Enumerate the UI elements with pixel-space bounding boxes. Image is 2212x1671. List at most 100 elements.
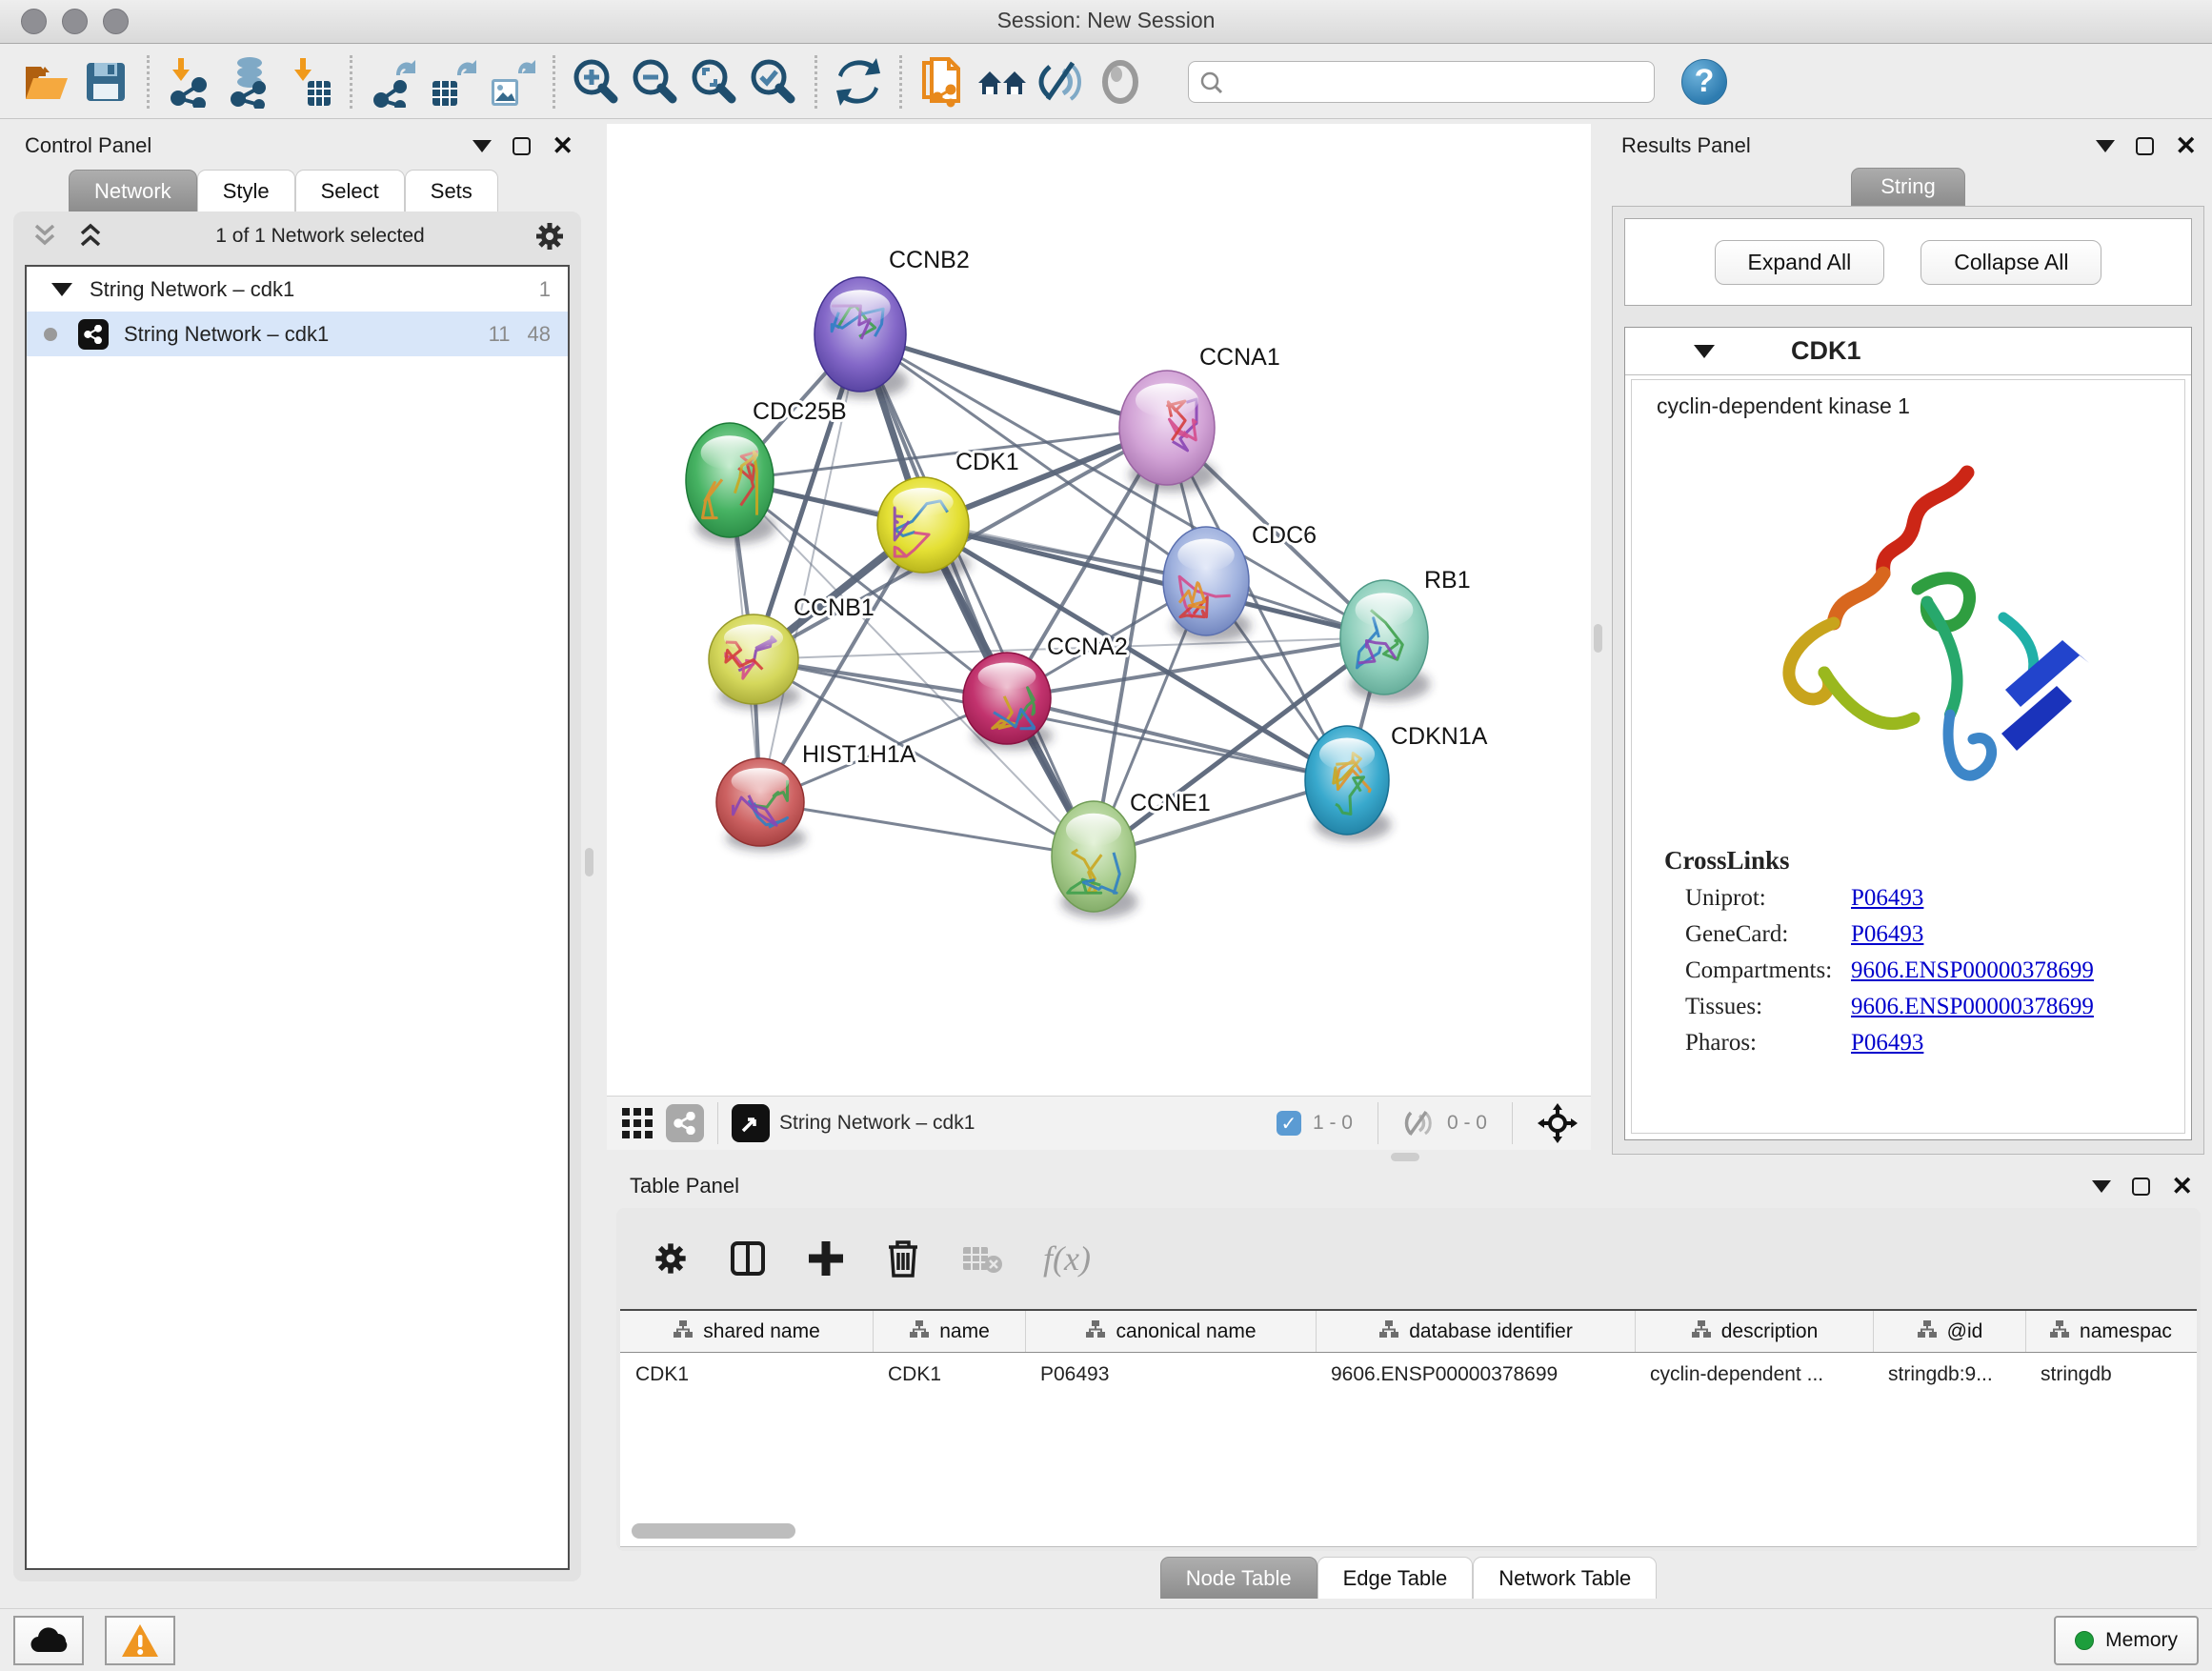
close-panel-icon[interactable]: ✕: [2175, 133, 2197, 159]
collapse-all-button[interactable]: Collapse All: [1920, 240, 2101, 285]
network-canvas[interactable]: CCNB2CCNA1CDC25BCDK1CDC6RB1CCNB1CCNA2CDK…: [607, 124, 1591, 1096]
export-table-button[interactable]: [423, 52, 482, 111]
float-panel-icon[interactable]: [513, 137, 531, 155]
hide-selected-button[interactable]: [1032, 52, 1091, 111]
table-row[interactable]: CDK1CDK1P064939606.ENSP00000378699cyclin…: [620, 1353, 2197, 1397]
table-horizontal-scrollbar[interactable]: [624, 1523, 2193, 1539]
table-cell[interactable]: cyclin-dependent ...: [1635, 1353, 1873, 1397]
string-document-button[interactable]: [914, 52, 973, 111]
birds-eye-view-icon[interactable]: [732, 1104, 770, 1142]
crosslink-link[interactable]: 9606.ENSP00000378699: [1851, 957, 2094, 984]
panel-menu-icon[interactable]: [2096, 140, 2115, 152]
cloud-status-button[interactable]: [13, 1616, 84, 1665]
apply-layout-button[interactable]: [829, 52, 888, 111]
zoom-selected-button[interactable]: [744, 52, 803, 111]
zoom-fit-button[interactable]: [685, 52, 744, 111]
column-header-label: name: [939, 1320, 990, 1343]
crosslink-link[interactable]: P06493: [1851, 921, 1923, 948]
memory-label: Memory: [2105, 1629, 2178, 1652]
save-session-button[interactable]: [76, 52, 135, 111]
close-panel-icon[interactable]: ✕: [552, 133, 573, 159]
node-CCNB2[interactable]: CCNB2: [814, 247, 970, 398]
expand-all-button[interactable]: Expand All: [1715, 240, 1885, 285]
tab-string[interactable]: String: [1851, 168, 1964, 206]
table-settings-gear-icon[interactable]: [653, 1240, 689, 1277]
node-label: CDK1: [955, 449, 1019, 475]
column-header-namespac[interactable]: namespac: [2025, 1311, 2195, 1352]
tree-expand-caret-icon[interactable]: [51, 283, 72, 296]
warning-status-button[interactable]: [105, 1616, 175, 1665]
grid-view-icon[interactable]: [620, 1106, 654, 1140]
tree-row-network[interactable]: String Network – cdk11148: [27, 312, 568, 356]
crosslink-link[interactable]: P06493: [1851, 1030, 1923, 1057]
delete-column-icon[interactable]: [885, 1238, 921, 1278]
open-file-button[interactable]: [17, 52, 76, 111]
network-share-icon[interactable]: [666, 1104, 704, 1142]
export-image-button[interactable]: [482, 52, 541, 111]
panel-menu-icon[interactable]: [2092, 1180, 2111, 1193]
table-cell[interactable]: P06493: [1025, 1353, 1316, 1397]
column-header-database-identifier[interactable]: database identifier: [1316, 1311, 1635, 1352]
left-splitter-handle[interactable]: [585, 848, 593, 876]
float-panel-icon[interactable]: [2136, 137, 2154, 155]
search-input[interactable]: [1188, 61, 1655, 103]
tab-edge-table[interactable]: Edge Table: [1317, 1557, 1474, 1599]
network-graph[interactable]: CCNB2CCNA1CDC25BCDK1CDC6RB1CCNB1CCNA2CDK…: [607, 124, 1591, 1096]
node-CDC6[interactable]: CDC6: [1163, 522, 1317, 642]
node-CDC25B[interactable]: CDC25B: [686, 398, 847, 544]
export-network-button[interactable]: [364, 52, 423, 111]
tab-node-table[interactable]: Node Table: [1160, 1557, 1317, 1599]
tab-sets[interactable]: Sets: [405, 170, 498, 211]
column-header-shared-name[interactable]: shared name: [620, 1311, 873, 1352]
collapse-all-icon[interactable]: [29, 222, 61, 251]
tab-select[interactable]: Select: [295, 170, 405, 211]
close-panel-icon[interactable]: ✕: [2171, 1174, 2193, 1199]
tab-network-table[interactable]: Network Table: [1473, 1557, 1657, 1599]
crosslink-link[interactable]: P06493: [1851, 885, 1923, 912]
selected-checkbox-icon[interactable]: ✓: [1277, 1111, 1301, 1136]
import-network-database-button[interactable]: [220, 52, 279, 111]
column-header-canonical-name[interactable]: canonical name: [1025, 1311, 1316, 1352]
zoom-in-button[interactable]: [567, 52, 626, 111]
crosslink-link[interactable]: 9606.ENSP00000378699: [1851, 994, 2094, 1020]
memory-button[interactable]: Memory: [2054, 1616, 2199, 1665]
right-splitter-handle[interactable]: [1594, 624, 1602, 653]
help-icon[interactable]: ?: [1681, 59, 1727, 105]
home-networks-button[interactable]: [973, 52, 1032, 111]
table-cell[interactable]: stringdb:9...: [1873, 1353, 2025, 1397]
gene-section-header[interactable]: CDK1: [1625, 328, 2191, 375]
node-HIST1H1A[interactable]: HIST1H1A: [716, 741, 916, 852]
scrollbar-thumb[interactable]: [632, 1523, 795, 1539]
zoom-out-button[interactable]: [626, 52, 685, 111]
column-header-name[interactable]: name: [873, 1311, 1025, 1352]
show-columns-icon[interactable]: [729, 1239, 767, 1278]
pan-crosshair-icon[interactable]: [1538, 1103, 1578, 1143]
panel-menu-icon[interactable]: [473, 140, 492, 152]
node-CCNA1[interactable]: CCNA1: [1119, 344, 1280, 492]
import-table-button[interactable]: [279, 52, 338, 111]
import-network-file-button[interactable]: [161, 52, 220, 111]
tab-network[interactable]: Network: [69, 170, 197, 211]
tree-row-collection[interactable]: String Network – cdk11: [27, 267, 568, 312]
table-cell[interactable]: stringdb: [2025, 1353, 2195, 1397]
add-column-icon[interactable]: [807, 1239, 845, 1278]
table-cell[interactable]: CDK1: [873, 1353, 1025, 1397]
edge-HIST1H1A-CCNE1[interactable]: [760, 802, 1094, 856]
table-cell[interactable]: CDK1: [620, 1353, 873, 1397]
expand-all-icon[interactable]: [74, 222, 107, 251]
node-RB1[interactable]: RB1: [1340, 567, 1471, 701]
tab-style[interactable]: Style: [197, 170, 295, 211]
gear-icon[interactable]: [533, 220, 566, 252]
column-header-description[interactable]: description: [1635, 1311, 1873, 1352]
collapse-caret-icon[interactable]: [1694, 345, 1715, 358]
crosslink-label: GeneCard:: [1664, 921, 1851, 948]
edge-CCNB2-CCNE1[interactable]: [860, 334, 1094, 856]
node-CCNE1[interactable]: CCNE1: [1052, 790, 1211, 918]
node-CDK1[interactable]: CDK1: [877, 449, 1019, 578]
node-CDKN1A[interactable]: CDKN1A: [1305, 723, 1488, 841]
column-header--id[interactable]: @id: [1873, 1311, 2025, 1352]
float-panel-icon[interactable]: [2132, 1178, 2150, 1196]
table-cell[interactable]: 9606.ENSP00000378699: [1316, 1353, 1635, 1397]
horizontal-splitter-handle[interactable]: [1391, 1153, 1419, 1161]
show-all-button[interactable]: [1091, 52, 1150, 111]
